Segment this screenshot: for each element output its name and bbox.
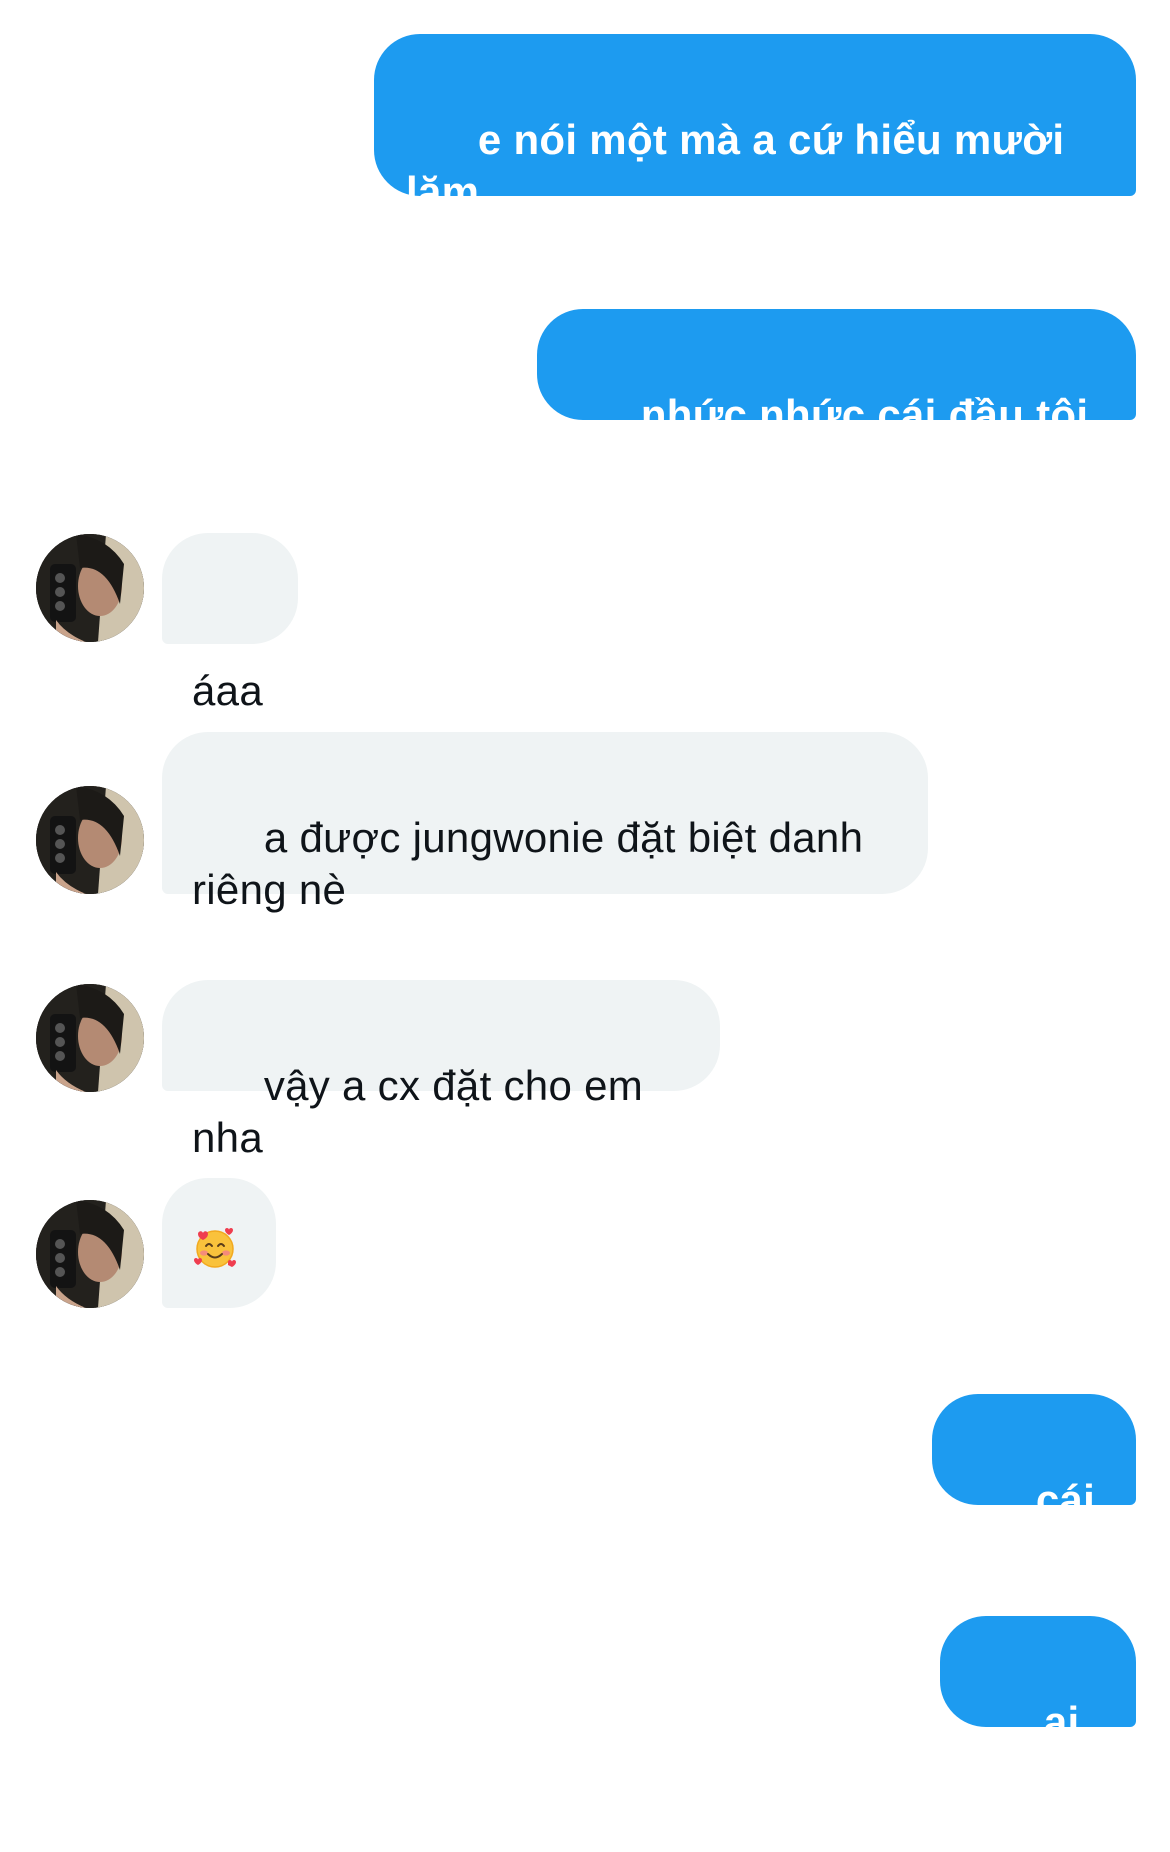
message-bubble[interactable]: e nói một mà a cứ hiểu mười lăm lận á bbox=[374, 34, 1136, 267]
message-bubble[interactable]: nhức nhức cái đầu tôi luôn bbox=[537, 309, 1136, 490]
avatar[interactable] bbox=[36, 786, 144, 894]
message-timestamp bbox=[600, 438, 1130, 472]
avatar[interactable] bbox=[36, 534, 144, 642]
smiling-face-with-hearts-icon bbox=[194, 1228, 236, 1268]
message-timestamp bbox=[90, 1326, 670, 1360]
message-bubble[interactable] bbox=[162, 1178, 276, 1308]
message-bubble[interactable]: cái gì z bbox=[932, 1394, 1136, 1575]
message-bubble[interactable]: áaa bbox=[162, 533, 298, 714]
message-bubble[interactable]: a được jungwonie đặt biệt danh riêng nè bbox=[162, 732, 928, 913]
avatar-photo bbox=[36, 786, 144, 894]
avatar-photo bbox=[36, 534, 144, 642]
message-bubble[interactable]: vậy a cx đặt cho em nha bbox=[162, 980, 720, 1161]
avatar[interactable] bbox=[36, 984, 144, 1092]
message-bubble[interactable]: ai cho bbox=[940, 1616, 1136, 1797]
avatar-photo bbox=[36, 984, 144, 1092]
message-timestamp bbox=[560, 214, 1130, 248]
message-text: a được jungwonie đặt biệt danh riêng nè bbox=[192, 814, 864, 913]
avatar-photo bbox=[36, 1200, 144, 1308]
avatar[interactable] bbox=[36, 1200, 144, 1308]
message-timestamp bbox=[130, 912, 650, 946]
message-timestamp bbox=[600, 1524, 1130, 1558]
dm-thread: e nói một mà a cứ hiểu mười lăm lận á nh… bbox=[0, 0, 1170, 1797]
message-timestamp bbox=[100, 664, 660, 698]
message-text: ai cho bbox=[972, 1698, 1092, 1797]
message-timestamp bbox=[90, 1110, 670, 1144]
